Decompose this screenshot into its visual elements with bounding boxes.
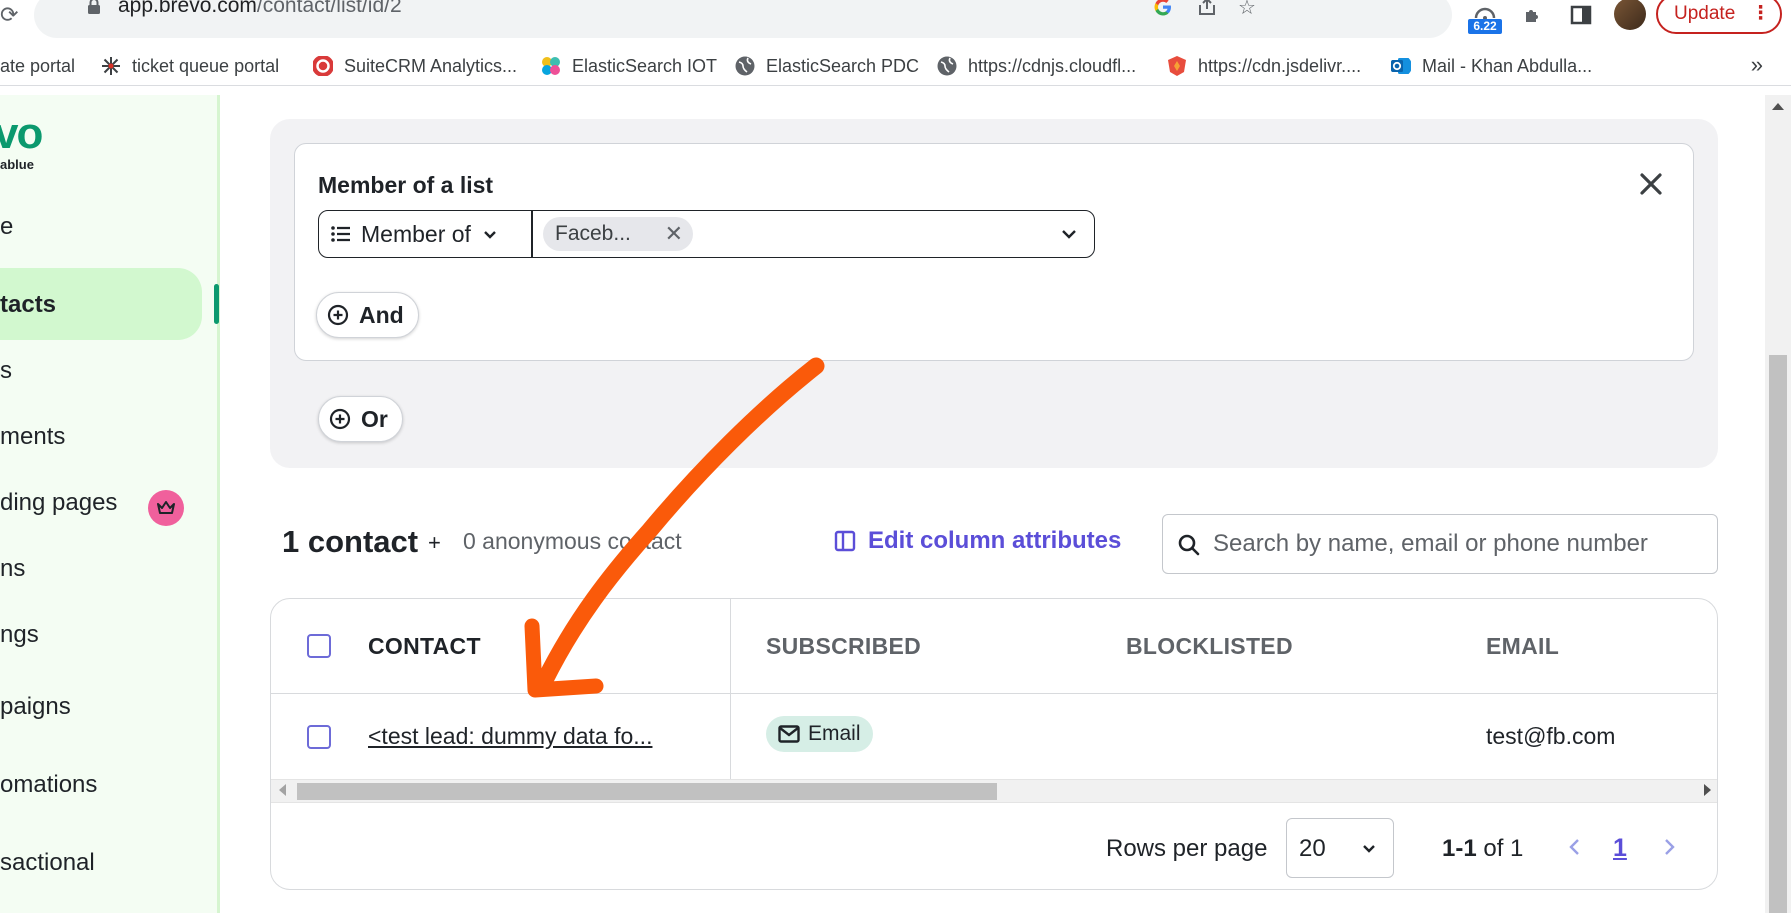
bookmark-item[interactable]: ElasticSearch PDC xyxy=(734,54,919,78)
bookmark-item[interactable]: ate portal xyxy=(0,54,75,78)
subscribed-badge: Email xyxy=(766,716,873,752)
row-checkbox[interactable] xyxy=(307,725,331,749)
extension-badge-icon[interactable]: 6.22 xyxy=(1468,0,1502,34)
bookmark-star-icon[interactable]: ☆ xyxy=(1234,0,1260,20)
or-button[interactable]: Or xyxy=(318,396,403,442)
remove-chip-icon[interactable]: ✕ xyxy=(665,217,683,251)
count-plus: + xyxy=(428,530,441,555)
envelope-icon xyxy=(778,725,800,743)
spark-icon xyxy=(102,57,120,75)
contact-search[interactable] xyxy=(1162,514,1718,574)
bookmarks-overflow-icon[interactable]: » xyxy=(1751,52,1763,78)
globe-icon xyxy=(937,56,957,76)
column-header-subscribed[interactable]: SUBSCRIBED xyxy=(766,633,921,660)
column-header-blocklisted[interactable]: BLOCKLISTED xyxy=(1126,633,1293,660)
elastic-icon xyxy=(542,57,560,75)
bookmark-item[interactable]: Mail - Khan Abdulla... xyxy=(1390,54,1592,78)
sidebar-item-campaigns[interactable]: paigns xyxy=(0,693,71,729)
jsdelivr-icon xyxy=(1168,56,1186,76)
search-input[interactable] xyxy=(1213,519,1709,569)
more-menu-icon[interactable]: ⋮ xyxy=(1751,0,1770,32)
close-icon[interactable] xyxy=(1635,168,1667,200)
scrollbar-thumb[interactable] xyxy=(297,783,997,800)
column-header-contact[interactable]: CONTACT xyxy=(368,633,481,660)
column-divider xyxy=(730,599,731,779)
list-selector[interactable]: Member of Faceb... ✕ xyxy=(318,210,1095,258)
sidebar-item-automations[interactable]: omations xyxy=(0,771,97,807)
bookmark-item[interactable]: SuiteCRM Analytics... xyxy=(312,54,517,78)
update-button[interactable]: Update ⋮ xyxy=(1656,0,1782,34)
page-vertical-scrollbar[interactable] xyxy=(1765,95,1791,913)
bookmarks-bar: ate portal ticket queue portal SuiteCRM … xyxy=(0,46,1791,86)
lock-icon xyxy=(88,0,100,14)
reload-icon[interactable]: ⟳ xyxy=(0,2,18,28)
filter-panel: Member of a list Member of Faceb... ✕ An… xyxy=(270,119,1718,468)
extension-badge-count: 6.22 xyxy=(1468,19,1502,34)
url-text[interactable]: app.brevo.com/contact/list/id/2 xyxy=(118,0,402,18)
profile-avatar[interactable] xyxy=(1614,0,1646,30)
sidebar-item-segments[interactable]: ments xyxy=(0,423,65,459)
sidebar-item-contacts[interactable]: tacts xyxy=(0,291,56,327)
previous-page-icon[interactable] xyxy=(1565,835,1585,859)
plus-circle-icon xyxy=(327,304,349,326)
side-panel-icon[interactable] xyxy=(1568,2,1594,28)
email-cell: test@fb.com xyxy=(1486,723,1616,749)
logo-subtitle: ablue xyxy=(0,157,34,172)
sidebar-item-lists[interactable]: s xyxy=(0,357,12,393)
edit-columns-button[interactable]: Edit column attributes xyxy=(834,527,1121,555)
next-page-icon[interactable] xyxy=(1659,835,1679,859)
sidebar-item-meetings[interactable]: ngs xyxy=(0,621,39,657)
contact-count: 1 contact xyxy=(282,524,419,559)
sidebar: vo ablue e tacts s ments ding pages ns n… xyxy=(0,95,220,913)
bookmark-item[interactable]: https://cdn.jsdelivr.... xyxy=(1166,54,1361,78)
bookmark-item[interactable]: https://cdnjs.cloudfl... xyxy=(936,54,1136,78)
contacts-table: CONTACT SUBSCRIBED BLOCKLISTED EMAIL <te… xyxy=(270,598,1718,890)
bookmark-item[interactable]: ElasticSearch IOT xyxy=(540,54,717,78)
google-icon[interactable] xyxy=(1150,0,1176,20)
outlook-icon xyxy=(1391,58,1411,74)
globe-icon xyxy=(735,56,755,76)
scroll-up-icon[interactable] xyxy=(1772,103,1784,110)
rows-per-page-select[interactable]: 20 xyxy=(1286,818,1394,878)
operator-dropdown[interactable]: Member of xyxy=(319,211,533,257)
and-button[interactable]: And xyxy=(316,292,419,338)
list-icon xyxy=(331,226,350,242)
active-nav-indicator xyxy=(214,284,219,324)
suitecrm-icon xyxy=(313,56,333,76)
search-icon xyxy=(1178,534,1200,556)
select-all-checkbox[interactable] xyxy=(307,634,331,658)
sidebar-item-transactional[interactable]: sactional xyxy=(0,849,95,885)
rows-per-page-label: Rows per page xyxy=(1106,835,1268,862)
row-divider xyxy=(271,693,1717,694)
browser-toolbar: ⟳ app.brevo.com/contact/list/id/2 ☆ 6.22… xyxy=(0,0,1791,40)
chevron-down-icon xyxy=(1363,845,1375,853)
chevron-down-icon xyxy=(484,231,496,239)
address-bar[interactable]: app.brevo.com/contact/list/id/2 ☆ xyxy=(34,0,1452,38)
bookmark-item[interactable]: ticket queue portal xyxy=(100,54,279,78)
operator-label: Member of xyxy=(361,220,471,247)
horizontal-scrollbar[interactable] xyxy=(271,779,1717,803)
scroll-left-icon[interactable] xyxy=(279,784,286,796)
anonymous-count: 0 anonymous contact xyxy=(463,528,682,554)
scroll-right-icon[interactable] xyxy=(1704,784,1711,796)
sidebar-item-landing-pages[interactable]: ding pages xyxy=(0,489,117,525)
filter-title: Member of a list xyxy=(318,172,494,198)
pagination-range: 1-1 of 1 xyxy=(1442,835,1524,862)
premium-crown-icon xyxy=(148,490,184,526)
contact-name-link[interactable]: <test lead: dummy data fo... xyxy=(368,723,652,750)
columns-icon xyxy=(834,530,856,552)
column-header-email[interactable]: EMAIL xyxy=(1486,633,1559,660)
share-icon[interactable] xyxy=(1194,0,1220,20)
page-number-current[interactable]: 1 xyxy=(1613,834,1627,863)
sidebar-item-home[interactable]: e xyxy=(0,213,13,249)
page-scrollbar-thumb[interactable] xyxy=(1769,355,1787,913)
extensions-puzzle-icon[interactable] xyxy=(1520,2,1546,28)
filter-condition-card: Member of a list Member of Faceb... ✕ An… xyxy=(294,143,1694,361)
sidebar-item-forms[interactable]: ns xyxy=(0,555,25,591)
chevron-down-icon[interactable] xyxy=(1058,223,1080,245)
selected-list-chip: Faceb... ✕ xyxy=(543,217,693,251)
brevo-logo[interactable]: vo xyxy=(0,109,43,159)
plus-circle-icon xyxy=(329,408,351,430)
